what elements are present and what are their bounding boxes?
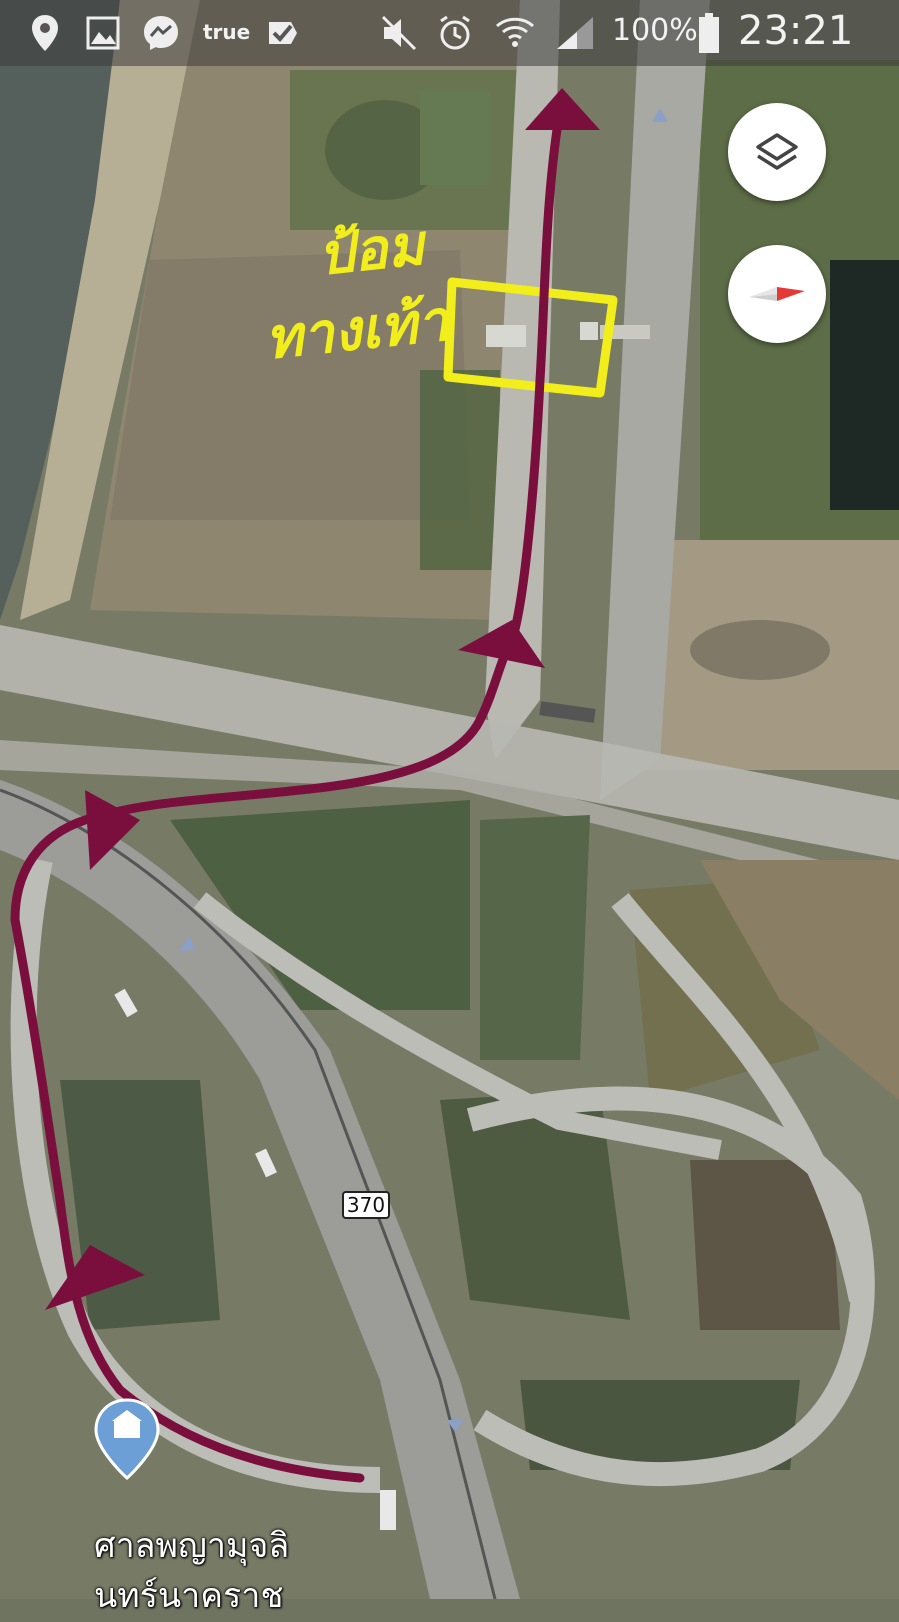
status-bar: true 100% 23:21 (0, 0, 899, 66)
layers-icon (756, 133, 798, 170)
place-label-line2[interactable]: นทร์นาคราช (94, 1568, 283, 1622)
compass-button[interactable] (728, 245, 826, 343)
signal-icon (553, 8, 597, 58)
place-label-line1[interactable]: ศาลพญามุจลิ (94, 1518, 289, 1572)
messenger-icon (138, 8, 184, 58)
layers-button[interactable] (728, 103, 826, 201)
clock-time: 23:21 (738, 8, 854, 54)
alarm-icon (434, 8, 476, 58)
location-icon (24, 8, 66, 58)
mute-icon (378, 8, 420, 58)
checkmark-app-icon (262, 8, 302, 58)
wifi-icon (492, 8, 538, 58)
road-shield: 370 (342, 1191, 390, 1219)
handwritten-line2: ทางเท้า (262, 287, 452, 373)
battery-icon (696, 8, 722, 58)
compass-icon (749, 287, 805, 301)
satellite-map[interactable] (0, 0, 899, 1599)
battery-percent: 100% (612, 13, 698, 48)
carrier-label: true (203, 20, 251, 44)
gallery-icon (82, 8, 124, 58)
